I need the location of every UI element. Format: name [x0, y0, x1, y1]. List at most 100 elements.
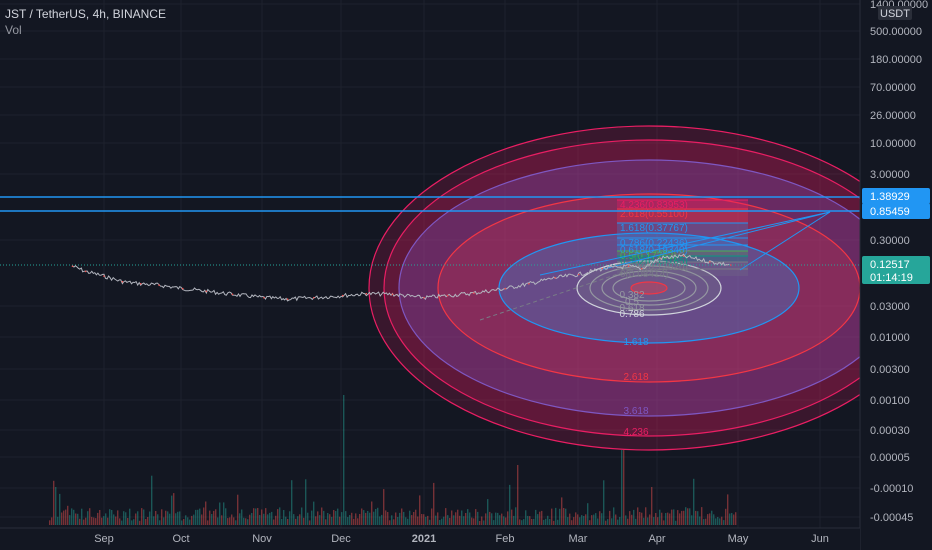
volume-bar [447, 515, 449, 525]
volume-bar [567, 517, 569, 525]
volume-bar [283, 510, 285, 525]
volume-bar [449, 517, 451, 525]
price-highlight-text: 1.38929 [870, 191, 910, 203]
volume-bar [693, 478, 695, 525]
volume-bar [161, 509, 163, 525]
volume-bar [601, 513, 603, 525]
currency-label: USDT [880, 8, 910, 20]
volume-bar [73, 509, 75, 525]
volume-bar [137, 511, 139, 525]
price-point [528, 283, 530, 285]
volume-bar [185, 515, 187, 525]
chart-canvas[interactable]: 0.3820.50.6180.7861.6182.6183.6184.2364.… [0, 0, 932, 550]
price-tick-label: 180.00000 [870, 54, 922, 66]
volume-bar [603, 480, 605, 525]
volume-bar [481, 516, 483, 525]
fib-level-label: 1.618(0.37767) [620, 223, 688, 234]
volume-bar [647, 517, 649, 525]
volume-bar [435, 515, 437, 525]
volume-bar [587, 503, 589, 525]
volume-bar [551, 508, 553, 525]
symbol-title[interactable]: JST / TetherUS, 4h, BINANCE [5, 6, 166, 22]
volume-bar [385, 510, 387, 525]
volume-bar [297, 516, 299, 525]
price-tick-label: 0.00300 [870, 364, 910, 376]
volume-bar [101, 517, 103, 525]
volume-bar [253, 508, 255, 525]
volume-bar [135, 513, 137, 525]
volume-bar [323, 510, 325, 525]
volume-bar [681, 510, 683, 525]
volume-bar [243, 517, 245, 525]
volume-bar [611, 518, 613, 525]
volume-bar [717, 517, 719, 525]
volume-bar [697, 511, 699, 525]
volume-bar [663, 520, 665, 525]
price-point [577, 273, 580, 276]
volume-bar [639, 512, 641, 525]
volume-bar [307, 512, 309, 525]
volume-bar [427, 515, 429, 525]
volume-bar [641, 512, 643, 525]
volume-bar [561, 497, 563, 525]
countdown-text: 01:14:19 [870, 272, 913, 284]
price-point [682, 255, 685, 257]
volume-bar [97, 512, 99, 525]
time-tick-label: Jun [811, 533, 829, 545]
fib-circle-label: 4.236 [623, 427, 648, 438]
volume-bar [123, 511, 125, 525]
volume-bar [313, 501, 315, 525]
volume-bar [349, 515, 351, 525]
volume-bar [553, 520, 555, 525]
volume-bar [563, 508, 565, 525]
volume-bar [279, 507, 281, 525]
volume-bar [665, 513, 667, 525]
volume-bar [179, 511, 181, 525]
volume-bar [265, 508, 267, 525]
volume-bar [177, 511, 179, 525]
volume-bar [51, 517, 53, 525]
volume-bar [339, 516, 341, 525]
volume-bar [627, 518, 629, 525]
volume-bar [621, 450, 623, 525]
volume-bar [381, 514, 383, 525]
volume-bar [91, 516, 93, 525]
volume-bar [221, 515, 223, 525]
volume-bar [529, 516, 531, 525]
volume-bar [389, 520, 391, 525]
volume-bar [659, 509, 661, 525]
price-point [313, 296, 315, 299]
volume-bar [347, 517, 349, 525]
price-tick-label: 26.00000 [870, 110, 916, 122]
price-highlight-text: 0.85459 [870, 206, 910, 218]
volume-bar [411, 515, 413, 525]
volume-bar [579, 517, 581, 525]
time-tick-label: May [728, 533, 749, 545]
volume-bar [471, 517, 473, 525]
price-point [341, 294, 344, 297]
price-tick-label: 10.00000 [870, 138, 916, 150]
volume-bar [595, 513, 597, 525]
volume-bar [669, 513, 671, 525]
volume-label[interactable]: Vol [5, 22, 166, 38]
volume-bar [723, 520, 725, 525]
volume-bar [365, 512, 367, 525]
volume-bar [673, 509, 675, 525]
price-tick-label: 70.00000 [870, 82, 916, 94]
volume-bar [497, 512, 499, 525]
time-tick-label: Dec [331, 533, 351, 545]
volume-bar [363, 510, 365, 525]
volume-bar [207, 520, 209, 525]
volume-bar [503, 516, 505, 525]
volume-bar [343, 395, 345, 525]
volume-bar [263, 513, 265, 525]
volume-bar [519, 519, 521, 525]
volume-bar [489, 511, 491, 525]
volume-bar [637, 507, 639, 525]
volume-bar [229, 517, 231, 525]
volume-bar [607, 519, 609, 525]
volume-bar [259, 515, 261, 525]
fib-circle-label: 1.618 [623, 337, 648, 348]
volume-bar [183, 519, 185, 525]
fib-circle-label: 3.618 [623, 406, 648, 417]
